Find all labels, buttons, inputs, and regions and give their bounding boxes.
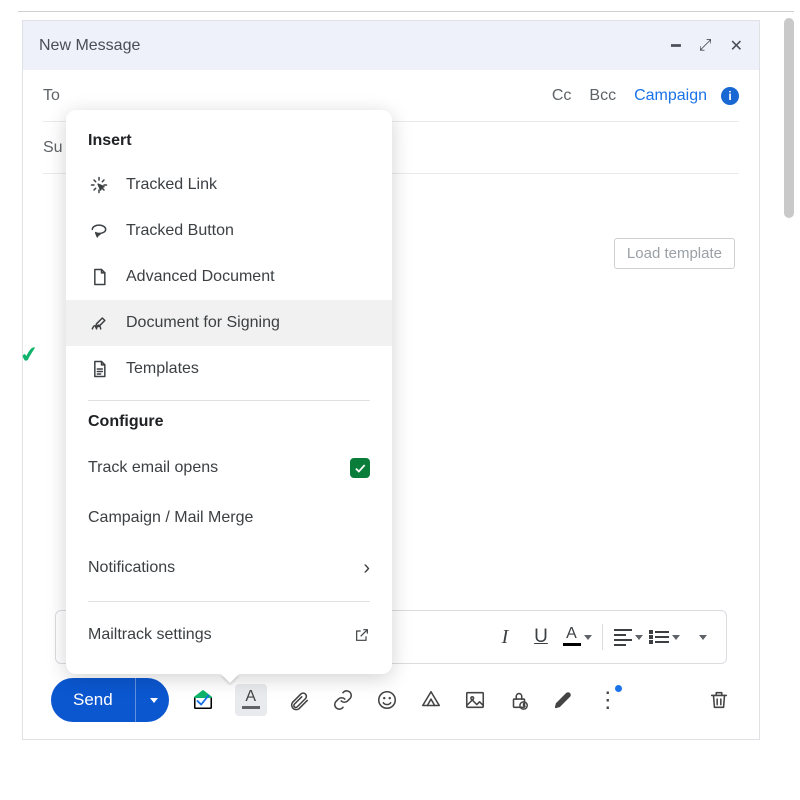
templates-icon [88, 358, 110, 380]
advanced-document-label: Advanced Document [126, 268, 275, 286]
external-link-icon [354, 627, 370, 643]
confidential-mode-button[interactable] [507, 688, 531, 712]
insert-section-title: Insert [66, 128, 392, 162]
insert-emoji-button[interactable] [375, 688, 399, 712]
insert-photo-button[interactable] [463, 688, 487, 712]
campaign-link[interactable]: Campaign [634, 87, 707, 105]
titlebar: New Message ━ ⤢ ✕ [23, 20, 759, 70]
minimize-button[interactable]: ━ [671, 36, 681, 56]
text-color-button[interactable]: A [562, 620, 592, 654]
more-formatting-button[interactable] [686, 620, 716, 654]
load-template-button[interactable]: Load template [614, 238, 735, 269]
divider [88, 400, 370, 401]
mailtrack-popover: Insert Tracked Link Tracked Button Advan… [66, 110, 392, 674]
bcc-button[interactable]: Bcc [589, 87, 616, 105]
window-title: New Message [39, 37, 671, 55]
insert-signature-button[interactable] [551, 688, 575, 712]
more-options-button[interactable]: ⋮ [595, 688, 619, 712]
tracked-link-label: Tracked Link [126, 176, 217, 194]
info-icon[interactable]: i [721, 87, 739, 105]
document-for-signing-item[interactable]: Document for Signing [66, 300, 392, 346]
signature-icon [88, 312, 110, 334]
insert-link-button[interactable] [331, 688, 355, 712]
to-label: To [43, 87, 83, 105]
document-icon [88, 266, 110, 288]
campaign-mail-merge-item[interactable]: Campaign / Mail Merge [66, 493, 392, 543]
send-button[interactable]: Send [51, 678, 169, 722]
notifications-label: Notifications [88, 559, 175, 577]
cursor-click-icon [88, 174, 110, 196]
send-options-button[interactable] [135, 678, 169, 722]
tracked-link-item[interactable]: Tracked Link [66, 162, 392, 208]
tracked-button-label: Tracked Button [126, 222, 234, 240]
divider [602, 624, 603, 650]
underline-button[interactable]: U [526, 620, 556, 654]
attach-file-button[interactable] [287, 688, 311, 712]
track-email-opens-item[interactable]: Track email opens [66, 443, 392, 493]
mailtrack-settings-label: Mailtrack settings [88, 626, 212, 644]
document-for-signing-label: Document for Signing [126, 314, 280, 332]
mailtrack-settings-item[interactable]: Mailtrack settings [66, 610, 392, 660]
cc-button[interactable]: Cc [552, 87, 572, 105]
templates-item[interactable]: Templates [66, 346, 392, 392]
track-email-opens-checkbox[interactable] [350, 458, 370, 478]
mailtrack-icon[interactable] [191, 688, 215, 712]
align-button[interactable] [613, 620, 643, 654]
insert-drive-button[interactable] [419, 688, 443, 712]
chevron-right-icon: › [363, 557, 370, 580]
checkmark-icon: ✔ [18, 341, 40, 369]
expand-button[interactable]: ⤢ [699, 37, 712, 55]
advanced-document-item[interactable]: Advanced Document [66, 254, 392, 300]
lasso-click-icon [88, 220, 110, 242]
divider [88, 601, 370, 602]
list-button[interactable] [649, 620, 680, 654]
campaign-mail-merge-label: Campaign / Mail Merge [88, 509, 253, 527]
discard-draft-button[interactable] [707, 688, 731, 712]
configure-section-title: Configure [66, 409, 392, 443]
italic-button[interactable]: I [490, 620, 520, 654]
scrollbar[interactable] [784, 18, 794, 218]
bottom-bar: Send A [51, 673, 731, 727]
templates-label: Templates [126, 360, 199, 378]
tracked-button-item[interactable]: Tracked Button [66, 208, 392, 254]
track-email-opens-label: Track email opens [88, 459, 218, 477]
close-button[interactable]: ✕ [730, 36, 743, 56]
formatting-options-button[interactable]: A [235, 684, 267, 716]
notifications-item[interactable]: Notifications › [66, 543, 392, 593]
